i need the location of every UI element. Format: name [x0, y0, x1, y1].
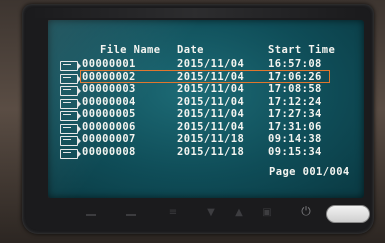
video-file-icon	[60, 111, 81, 121]
video-file-icon	[60, 61, 81, 71]
video-file-icon	[60, 148, 81, 159]
file-name: 00000006	[82, 120, 136, 133]
file-name: 00000007	[82, 133, 136, 145]
video-file-icon	[60, 123, 81, 134]
up-arrow-icon[interactable]: ▲	[228, 207, 250, 218]
file-start-time: 17:08:58	[268, 83, 322, 95]
video-file-icon	[60, 86, 81, 96]
file-date: 2015/11/18	[177, 145, 245, 158]
page-indicator: Page 001/004	[269, 166, 350, 178]
file-date: 2015/11/04	[177, 58, 245, 70]
header-date: Date	[177, 44, 204, 56]
video-file-icon	[60, 136, 81, 146]
file-name: 00000004	[82, 95, 136, 108]
file-date: 2015/11/04	[177, 120, 245, 133]
file-start-time: 09:15:34	[268, 145, 322, 158]
video-file-icon	[60, 73, 81, 84]
header-start-time: Start Time	[268, 44, 336, 56]
file-name: 00000008	[82, 145, 136, 158]
file-name: 00000005	[82, 108, 136, 120]
power-icon[interactable]: ⏻	[294, 204, 318, 222]
bezel-shine	[30, 8, 360, 18]
down-arrow-icon[interactable]: ▼	[200, 207, 222, 218]
selection-highlight	[80, 69, 330, 83]
menu-icon[interactable]: ≡	[162, 207, 184, 218]
file-row[interactable]: 00000008 2015/11/18 09:15:34	[60, 146, 360, 160]
file-start-time: 16:57:08	[268, 58, 322, 70]
file-date: 2015/11/18	[177, 133, 245, 145]
button-bar: ≡ ▼ ▲ ▣ ⏻	[50, 203, 370, 229]
file-name: 00000001	[82, 58, 136, 70]
header-file-name: File Name	[100, 44, 161, 56]
plus-icon[interactable]	[126, 214, 136, 216]
file-name: 00000003	[82, 83, 136, 95]
file-start-time: 17:12:24	[268, 95, 322, 108]
mode-icon[interactable]: ▣	[256, 207, 278, 218]
file-start-time: 17:27:34	[268, 108, 322, 120]
file-date: 2015/11/04	[177, 108, 245, 120]
file-start-time: 17:31:06	[268, 120, 322, 133]
file-date: 2015/11/04	[177, 83, 245, 95]
file-date: 2015/11/04	[177, 95, 245, 108]
file-start-time: 09:14:38	[268, 133, 322, 145]
minus-icon[interactable]	[86, 214, 96, 216]
oval-button[interactable]	[326, 205, 370, 223]
video-file-icon	[60, 98, 81, 109]
